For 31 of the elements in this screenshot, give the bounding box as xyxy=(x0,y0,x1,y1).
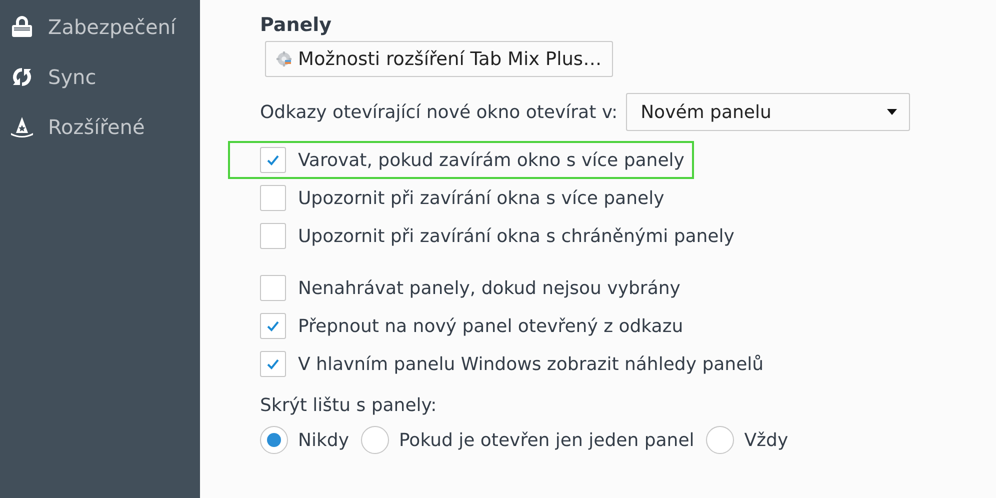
gear-icon xyxy=(276,51,292,67)
field-label: Odkazy otevírající nové okno otevírat v: xyxy=(260,102,618,122)
checkbox[interactable] xyxy=(260,313,286,339)
checkbox[interactable] xyxy=(260,185,286,211)
section-title: Panely xyxy=(260,14,333,36)
checkbox-label: V hlavním panelu Windows zobrazit náhledy panelů xyxy=(298,354,764,374)
lock-icon xyxy=(10,15,34,39)
options-button[interactable]: Možnosti rozšíření Tab Mix Plus… xyxy=(265,41,613,77)
radio-label: Vždy xyxy=(744,430,788,450)
wizard-hat-icon xyxy=(10,115,34,139)
radio-button[interactable] xyxy=(706,426,734,454)
dropdown[interactable]: Novém panelu xyxy=(626,93,910,131)
checkbox-label: Přepnout na nový panel otevřený z odkazu xyxy=(298,316,684,336)
checkbox-label: Upozornit při zavírání okna s více panely xyxy=(298,188,664,208)
caret-icon xyxy=(886,109,897,115)
checkbox-label: Upozornit při zavírání okna s chráněnými panely xyxy=(298,226,734,246)
radio-label: Pokud je otevřen jen jeden panel xyxy=(398,430,694,450)
checkbox[interactable] xyxy=(260,351,286,377)
radio-label: Nikdy xyxy=(298,430,349,450)
radio-button[interactable] xyxy=(360,426,389,454)
radio-button[interactable] xyxy=(260,426,288,454)
group-label: Skrýt lištu s panely: xyxy=(260,395,438,416)
checkbox[interactable] xyxy=(260,147,286,173)
sidebar-item[interactable]: Zabezpečení xyxy=(0,2,200,52)
sync-icon xyxy=(10,65,34,89)
checkbox-label: Nenahrávat panely, dokud nejsou vybrány xyxy=(298,278,680,298)
checkbox[interactable] xyxy=(260,275,286,301)
sidebar-item[interactable]: Rozšířené xyxy=(0,102,200,152)
checkbox-label: Varovat, pokud zavírám okno s více panely xyxy=(298,150,684,170)
sidebar-item[interactable]: Sync xyxy=(0,52,200,102)
checkbox[interactable] xyxy=(260,223,286,249)
